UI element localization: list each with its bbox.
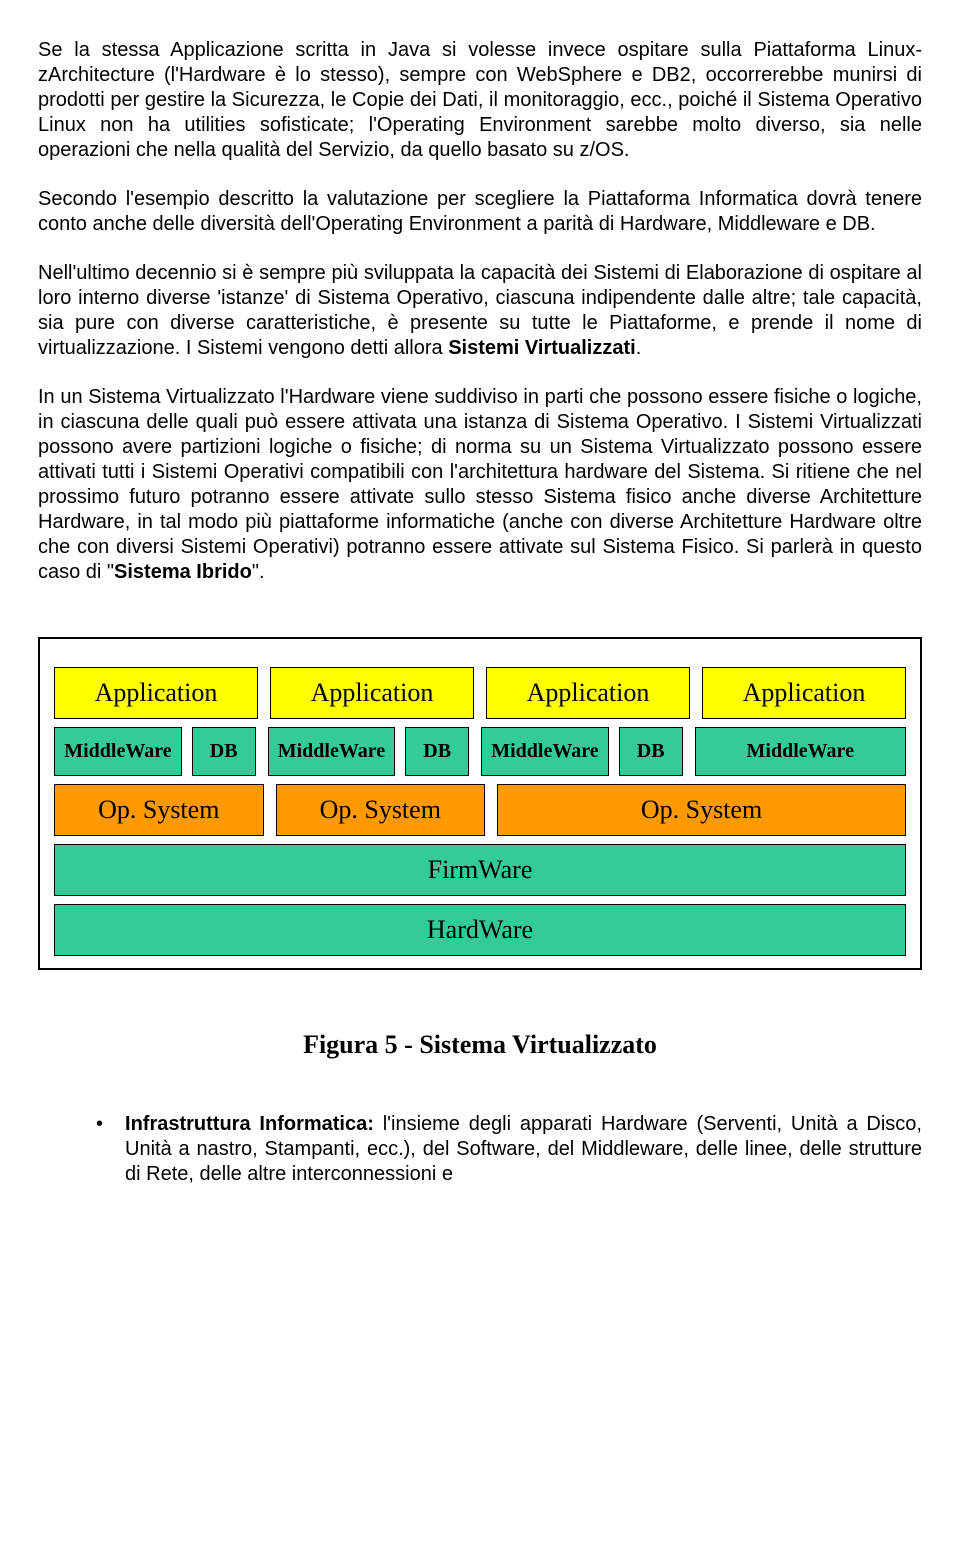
p4-text-a: In un Sistema Virtualizzato l'Hardware v… [38,386,922,583]
figure-caption: Figura 5 - Sistema Virtualizzato [38,1030,922,1060]
bullet-item: • Infrastruttura Informatica: l'insieme … [96,1112,922,1187]
paragraph-1: Se la stessa Applicazione scritta in Jav… [38,38,922,163]
os-row: Op. System Op. System Op. System [54,784,906,836]
db-box: DB [405,727,469,776]
paragraph-4: In un Sistema Virtualizzato l'Hardware v… [38,385,922,585]
application-row: Application Application Application Appl… [54,667,906,719]
firmware-box: FirmWare [54,844,906,896]
os-box: Op. System [276,784,486,836]
middleware-row: MiddleWare DB MiddleWare DB MiddleWare D… [54,727,906,776]
middleware-box: MiddleWare [268,727,396,776]
bullet-text: Infrastruttura Informatica: l'insieme de… [125,1112,922,1187]
middleware-box: MiddleWare [481,727,609,776]
application-box: Application [54,667,258,719]
p4-text-bold: Sistema Ibrido [114,561,252,583]
os-box: Op. System [497,784,906,836]
os-box: Op. System [54,784,264,836]
bullet-marker: • [96,1112,103,1137]
p3-text-bold: Sistemi Virtualizzati [448,337,635,359]
p3-text-c: . [636,337,642,359]
diagram-container: Application Application Application Appl… [38,637,922,970]
application-box: Application [270,667,474,719]
paragraph-3: Nell'ultimo decennio si è sempre più svi… [38,261,922,361]
hardware-box: HardWare [54,904,906,956]
db-box: DB [192,727,256,776]
db-box: DB [619,727,683,776]
bullet-lead: Infrastruttura Informatica: [125,1113,383,1135]
paragraph-2: Secondo l'esempio descritto la valutazio… [38,187,922,237]
middleware-box: MiddleWare [695,727,907,776]
application-box: Application [702,667,906,719]
p4-text-c: ". [252,561,265,583]
application-box: Application [486,667,690,719]
middleware-box: MiddleWare [54,727,182,776]
